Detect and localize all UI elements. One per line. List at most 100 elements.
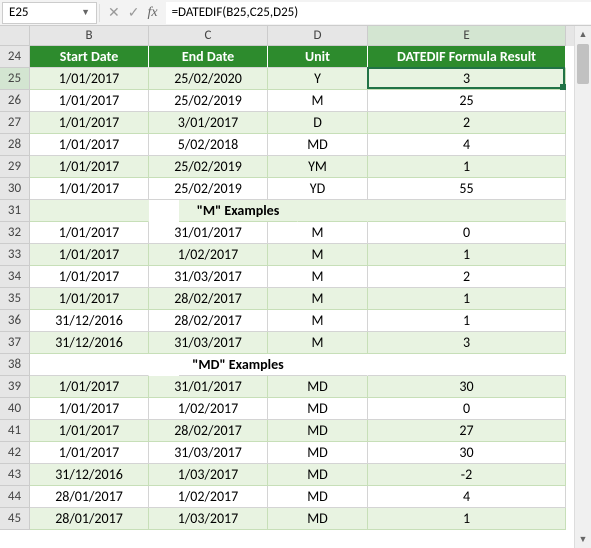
cell[interactable]: 5/02/2018 (149, 134, 268, 156)
row-header[interactable]: 30 (0, 178, 30, 200)
cell[interactable]: 2 (368, 112, 566, 134)
row-header[interactable]: 33 (0, 244, 30, 266)
cell[interactable]: 31/03/2017 (149, 266, 268, 288)
cell[interactable]: 31/01/2017 (149, 222, 268, 244)
cell[interactable]: 1/01/2017 (30, 244, 149, 266)
scroll-up-icon[interactable]: ▲ (575, 26, 591, 43)
cell[interactable]: 31/12/2016 (30, 310, 149, 332)
row-header[interactable]: 39 (0, 376, 30, 398)
cell[interactable]: 1/01/2017 (30, 398, 149, 420)
cell[interactable]: MD (268, 464, 368, 486)
cell[interactable]: MD (268, 508, 368, 530)
row-header[interactable]: 37 (0, 332, 30, 354)
cell[interactable]: 2 (368, 266, 566, 288)
row-header[interactable]: 42 (0, 442, 30, 464)
row-header[interactable]: 32 (0, 222, 30, 244)
section-label[interactable] (30, 200, 149, 222)
formula-input[interactable] (166, 2, 591, 24)
cell[interactable]: 1 (368, 244, 566, 266)
column-title[interactable]: Unit (268, 46, 368, 68)
cell[interactable]: 1/01/2017 (30, 442, 149, 464)
cell[interactable]: 3/01/2017 (149, 112, 268, 134)
row-header[interactable]: 29 (0, 156, 30, 178)
row-header[interactable]: 41 (0, 420, 30, 442)
row-header[interactable]: 25 (0, 68, 30, 90)
cell[interactable]: 28/02/2017 (149, 288, 268, 310)
cell[interactable]: YM (268, 156, 368, 178)
chevron-down-icon[interactable]: ▼ (81, 7, 90, 18)
fx-icon[interactable]: fx (147, 5, 157, 21)
column-title[interactable]: DATEDIF Formula Result (368, 46, 566, 68)
cell[interactable]: 1/01/2017 (30, 266, 149, 288)
cell[interactable]: 31/12/2016 (30, 464, 149, 486)
scroll-down-icon[interactable]: ▼ (575, 531, 591, 548)
section-label[interactable]: "MD" Examples (179, 354, 298, 376)
section-label[interactable] (368, 354, 566, 376)
column-header-e[interactable]: E (368, 26, 566, 46)
cell[interactable]: 1 (368, 310, 566, 332)
section-label[interactable] (30, 354, 149, 376)
cell[interactable]: 4 (368, 134, 566, 156)
cell[interactable]: 31/01/2017 (149, 376, 268, 398)
cell[interactable]: 28/01/2017 (30, 508, 149, 530)
cell[interactable]: 1/01/2017 (30, 420, 149, 442)
cell[interactable]: M (268, 90, 368, 112)
cell[interactable]: 1/03/2017 (149, 464, 268, 486)
cell[interactable]: 3 (368, 68, 566, 90)
cell[interactable]: 25/02/2019 (149, 156, 268, 178)
column-title[interactable]: Start Date (30, 46, 149, 68)
cell[interactable]: 28/02/2017 (149, 420, 268, 442)
select-all-corner[interactable] (0, 26, 30, 46)
cell[interactable]: 1 (368, 156, 566, 178)
accept-icon[interactable]: ✓ (128, 4, 140, 21)
cancel-icon[interactable]: ✕ (108, 4, 120, 21)
row-header[interactable]: 36 (0, 310, 30, 332)
cell[interactable]: 1/01/2017 (30, 156, 149, 178)
cell[interactable]: 1/01/2017 (30, 222, 149, 244)
cell[interactable]: 31/12/2016 (30, 332, 149, 354)
cell[interactable]: 4 (368, 486, 566, 508)
column-header-d[interactable]: D (268, 26, 368, 46)
cell[interactable]: M (268, 310, 368, 332)
cell[interactable]: Y (268, 68, 368, 90)
cell[interactable]: 1/03/2017 (149, 508, 268, 530)
section-label[interactable] (368, 200, 566, 222)
cell[interactable]: 1/02/2017 (149, 244, 268, 266)
row-header[interactable]: 44 (0, 486, 30, 508)
cell[interactable]: 28/01/2017 (30, 486, 149, 508)
column-header-c[interactable]: C (149, 26, 268, 46)
cell[interactable]: M (268, 222, 368, 244)
row-header[interactable]: 26 (0, 90, 30, 112)
row-header[interactable]: 28 (0, 134, 30, 156)
row-header[interactable]: 24 (0, 46, 30, 68)
cell[interactable]: 27 (368, 420, 566, 442)
row-header[interactable]: 35 (0, 288, 30, 310)
cell[interactable]: 1/01/2017 (30, 68, 149, 90)
cell[interactable]: MD (268, 376, 368, 398)
cell[interactable]: M (268, 244, 368, 266)
cell[interactable]: 1/02/2017 (149, 486, 268, 508)
cell[interactable]: 31/03/2017 (149, 442, 268, 464)
cell[interactable]: 1/01/2017 (30, 376, 149, 398)
cell[interactable]: 1/01/2017 (30, 112, 149, 134)
cell[interactable]: 30 (368, 442, 566, 464)
row-header[interactable]: 31 (0, 200, 30, 222)
cell[interactable]: 1/01/2017 (30, 288, 149, 310)
cell[interactable]: 1 (368, 288, 566, 310)
cell[interactable]: 1/01/2017 (30, 90, 149, 112)
cell[interactable]: D (268, 112, 368, 134)
cell[interactable]: MD (268, 134, 368, 156)
column-title[interactable]: End Date (149, 46, 268, 68)
row-header[interactable]: 43 (0, 464, 30, 486)
row-header[interactable]: 27 (0, 112, 30, 134)
row-header[interactable]: 40 (0, 398, 30, 420)
cell[interactable]: MD (268, 442, 368, 464)
cell[interactable]: 1/02/2017 (149, 398, 268, 420)
cell[interactable]: 3 (368, 332, 566, 354)
vertical-scrollbar[interactable]: ▲ ▼ (574, 26, 591, 548)
cell[interactable]: M (268, 332, 368, 354)
cell[interactable]: 25/02/2020 (149, 68, 268, 90)
cell[interactable]: 30 (368, 376, 566, 398)
cell[interactable]: 0 (368, 398, 566, 420)
cell[interactable]: YD (268, 178, 368, 200)
